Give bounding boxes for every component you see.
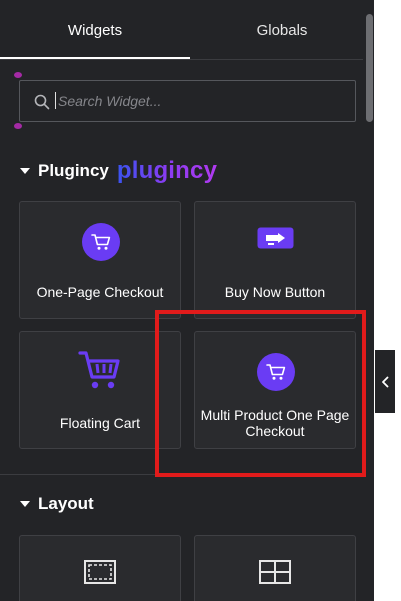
chevron-left-icon [382,376,389,387]
plugincy-logo: plugincy [116,157,218,184]
caret-down-icon [20,168,30,174]
widget-label: Floating Cart [59,415,141,431]
section-header-plugincy[interactable]: Plugincy plugincy [20,157,218,184]
section-title-layout: Layout [38,494,94,513]
widget-floating-cart[interactable]: Floating Cart [19,331,181,449]
search-input[interactable] [58,90,338,112]
widget-multi-product-one-page-checkout[interactable]: Multi Product One Page Checkout [194,331,356,449]
tab-globals-label: Globals [256,21,308,39]
section-divider [0,474,374,475]
selection-handle-bottom [14,123,22,129]
widget-buy-now-button[interactable]: Buy Now Button [194,201,356,319]
widget-one-page-checkout[interactable]: One-Page Checkout [19,201,181,319]
grid-icon [259,560,291,584]
container-icon [84,560,116,584]
widget-label: Multi Product One Page Checkout [200,407,350,439]
selection-handle-top [14,72,22,78]
widget-container[interactable] [19,535,181,601]
tab-widgets[interactable]: Widgets [0,0,190,60]
section-title-plugincy: Plugincy [38,161,109,180]
cart-icon [257,353,295,391]
tab-globals[interactable]: Globals [190,0,374,60]
widget-grid[interactable] [194,535,356,601]
panel-tabs: Widgets Globals [0,0,374,60]
tab-widgets-label: Widgets [67,21,123,39]
section-header-layout[interactable]: Layout [20,493,94,515]
scrollbar-thumb[interactable] [366,14,373,122]
cart-icon [82,223,120,261]
tabs-divider [0,59,374,60]
collapse-panel-button[interactable] [375,350,395,413]
widget-label: One-Page Checkout [36,284,164,300]
text-cursor [55,92,56,109]
buy-now-button-icon [257,227,294,249]
search-icon [34,94,50,110]
widget-label: Buy Now Button [224,284,326,300]
widget-panel: Widgets Globals Plugincy plugincy One-Pa… [0,0,374,601]
shopping-cart-icon [78,351,120,389]
caret-down-icon [20,501,30,507]
